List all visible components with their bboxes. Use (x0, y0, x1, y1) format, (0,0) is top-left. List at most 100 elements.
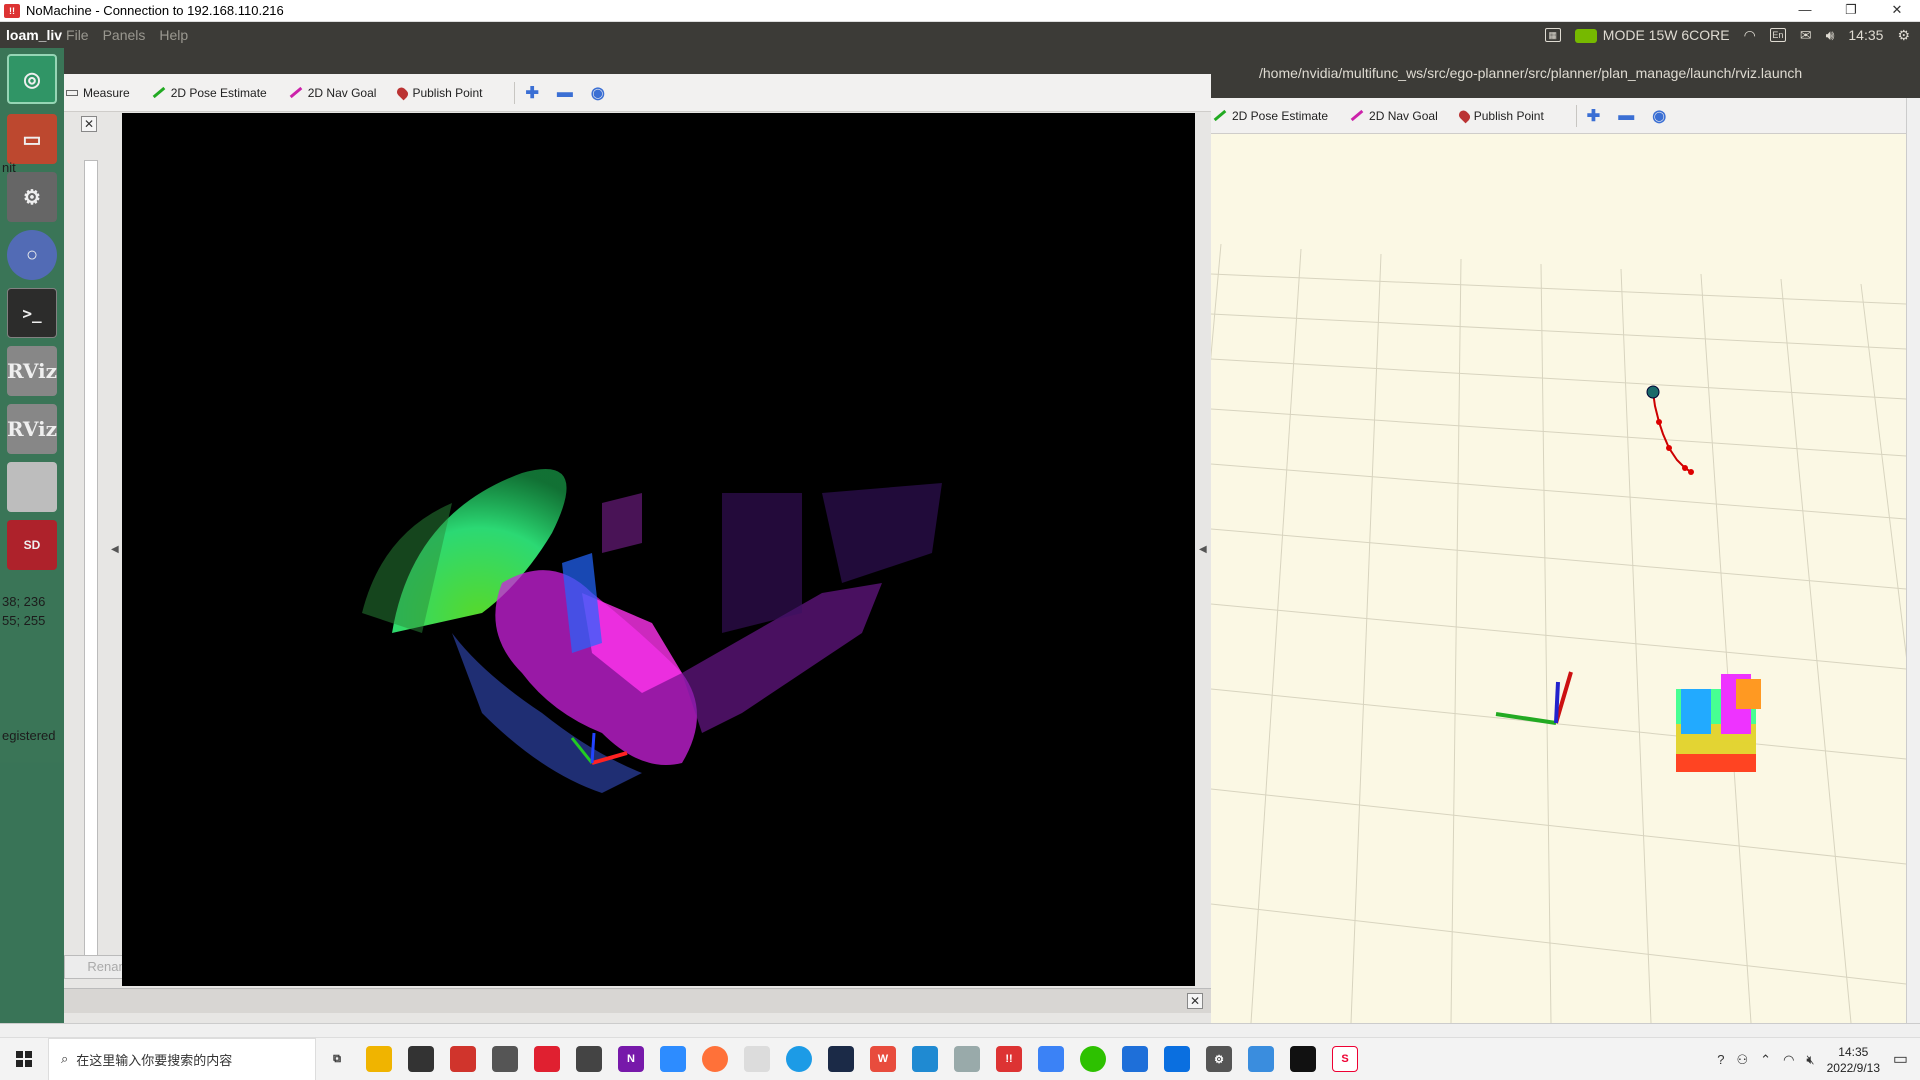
taskbar-clock[interactable]: 14:35 2022/9/13 (1827, 1044, 1880, 1076)
sogou-icon[interactable]: S (1332, 1046, 1358, 1072)
pointcloud-viewport[interactable] (122, 113, 1195, 986)
mail-icon[interactable]: ✉ (1800, 27, 1812, 44)
add-tool-icon[interactable]: ✚ (1587, 106, 1600, 126)
notification-icon[interactable]: ▭ (1893, 1049, 1908, 1069)
nav-goal-tool[interactable]: 2D Nav Goal (289, 85, 377, 100)
zoom-icon[interactable] (660, 1046, 686, 1072)
window-path: /home/nvidia/multifunc_ws/src/ego-planne… (1259, 65, 1803, 81)
displays-scrollbar[interactable] (84, 160, 98, 960)
help-icon[interactable]: ? (1717, 1052, 1724, 1067)
taskbar-search[interactable]: ⌕ 在这里输入你要搜索的内容 (48, 1037, 316, 1080)
trajectory (1646, 385, 1694, 475)
task-view-icon[interactable]: ⧉ (324, 1046, 350, 1072)
nvidia-panel-icon[interactable]: ▦ (1544, 28, 1561, 42)
distant-cluster (822, 483, 942, 583)
start-button[interactable] (0, 1038, 48, 1080)
ubuntu-launcher: ◎ ▭ ⚙ ○ >_ RViz RViz SD nit 38; 236 55; … (0, 48, 64, 1024)
gear-icon[interactable]: ⚙ (1897, 27, 1910, 44)
publish-point-tool[interactable]: Publish Point (1456, 108, 1544, 123)
keyboard-layout[interactable]: En (1769, 28, 1786, 42)
people-icon[interactable]: ⚇ (1737, 1052, 1749, 1068)
pose-estimate-tool[interactable]: 2D Pose Estimate (1213, 109, 1328, 123)
panel-clock[interactable]: 14:35 (1848, 27, 1883, 43)
close-time-panel-icon[interactable]: ✕ (1187, 993, 1203, 1009)
files-icon[interactable]: ▭ (7, 114, 57, 164)
restore-button[interactable]: ❐ (1828, 0, 1874, 22)
speaker-mute-icon[interactable]: 🔇︎ (1806, 1052, 1814, 1068)
grid-viewport[interactable] (1211, 134, 1906, 1023)
left-window-titlebar (64, 48, 1211, 74)
wechat-icon[interactable] (1080, 1046, 1106, 1072)
chevron-up-icon[interactable]: ⌃ (1760, 1052, 1771, 1068)
settings-gear-icon[interactable]: ⚙ (1206, 1046, 1232, 1072)
measure-label: Measure (83, 85, 130, 100)
store-icon[interactable] (408, 1046, 434, 1072)
red-app-icon[interactable] (534, 1046, 560, 1072)
menu-help[interactable]: Help (159, 27, 188, 43)
partial-text: 55; 255 (2, 613, 46, 628)
right-vertical-scrollbar[interactable] (1906, 98, 1920, 1023)
green-arrow-icon (1213, 109, 1227, 122)
red-diamond-app-icon[interactable] (450, 1046, 476, 1072)
pin-icon (395, 85, 411, 100)
phone-app-icon[interactable] (1164, 1046, 1190, 1072)
pin-icon (1456, 108, 1472, 123)
network-icon[interactable]: ◠ (1783, 1052, 1794, 1068)
firefox-icon[interactable] (702, 1046, 728, 1072)
rviz-icon[interactable]: RViz (7, 404, 57, 454)
add-tool-icon[interactable]: ✚ (525, 83, 538, 103)
pose-estimate-tool[interactable]: 2D Pose Estimate (152, 86, 267, 100)
terminal-app-icon[interactable] (1290, 1046, 1316, 1072)
volume-icon[interactable]: 🔊︎ (1826, 27, 1835, 44)
toolbar-separator (514, 81, 516, 104)
chromium-icon[interactable]: ○ (7, 230, 57, 280)
toolbar-separator (1575, 104, 1577, 127)
blue-app-icon[interactable] (1038, 1046, 1064, 1072)
close-panel-icon[interactable]: ✕ (81, 116, 97, 132)
nav-goal-label: 2D Nav Goal (307, 85, 377, 100)
displays-panel: ✕ (64, 112, 122, 1023)
power-mode-indicator[interactable]: MODE 15W 6CORE (1574, 27, 1730, 44)
wps-icon[interactable]: W (870, 1046, 896, 1072)
edge-icon[interactable] (786, 1046, 812, 1072)
nomachine-titlebar: !! NoMachine - Connection to 192.168.110… (0, 0, 1920, 22)
remove-tool-icon[interactable]: ▬ (1618, 107, 1634, 125)
paint-icon[interactable] (744, 1046, 770, 1072)
partial-text: 38; 236 (2, 594, 46, 609)
pose-estimate-label: 2D Pose Estimate (1232, 108, 1329, 123)
remove-tool-icon[interactable]: ▬ (557, 84, 573, 102)
minimize-button[interactable]: — (1782, 0, 1828, 22)
file-explorer-icon[interactable] (366, 1046, 392, 1072)
onenote-icon[interactable]: N (618, 1046, 644, 1072)
clock-date: 2022/9/13 (1826, 1060, 1880, 1075)
eye-icon[interactable]: ◉ (1652, 106, 1666, 126)
menu-panels[interactable]: Panels (103, 27, 146, 43)
window-title: NoMachine - Connection to 192.168.110.21… (26, 3, 284, 18)
nomachine-icon[interactable]: !! (996, 1046, 1022, 1072)
far-purple-block (602, 493, 642, 553)
rviz-icon[interactable]: RViz (7, 346, 57, 396)
monitor-app-icon[interactable] (1248, 1046, 1274, 1072)
powershell-icon[interactable] (828, 1046, 854, 1072)
camera-icon[interactable] (576, 1046, 602, 1072)
publish-point-tool[interactable]: Publish Point (395, 85, 482, 100)
horizontal-scrollbar[interactable] (0, 1023, 1920, 1037)
close-button[interactable]: ✕ (1874, 0, 1920, 22)
measure-tool[interactable]: Measure (66, 86, 130, 100)
gray-app-icon[interactable] (954, 1046, 980, 1072)
collapse-right-icon[interactable]: ◀ (1199, 544, 1207, 555)
ubuntu-dash-icon[interactable]: ◎ (7, 54, 57, 104)
sd-card-icon[interactable]: SD (7, 520, 57, 570)
drive-icon[interactable] (7, 462, 57, 512)
settings-icon[interactable]: ⚙ (7, 172, 57, 222)
collapse-left-icon[interactable]: ◀ (111, 544, 119, 555)
mail-icon[interactable] (492, 1046, 518, 1072)
eye-icon[interactable]: ◉ (591, 83, 605, 103)
vscode-icon[interactable] (912, 1046, 938, 1072)
terminal-icon[interactable]: >_ (7, 288, 57, 338)
cloud-app-icon[interactable] (1122, 1046, 1148, 1072)
wifi-icon[interactable]: ◠ (1744, 27, 1756, 44)
nav-goal-tool[interactable]: 2D Nav Goal (1350, 109, 1438, 123)
nvidia-logo-icon (1574, 29, 1597, 44)
menu-file[interactable]: File (66, 27, 89, 43)
